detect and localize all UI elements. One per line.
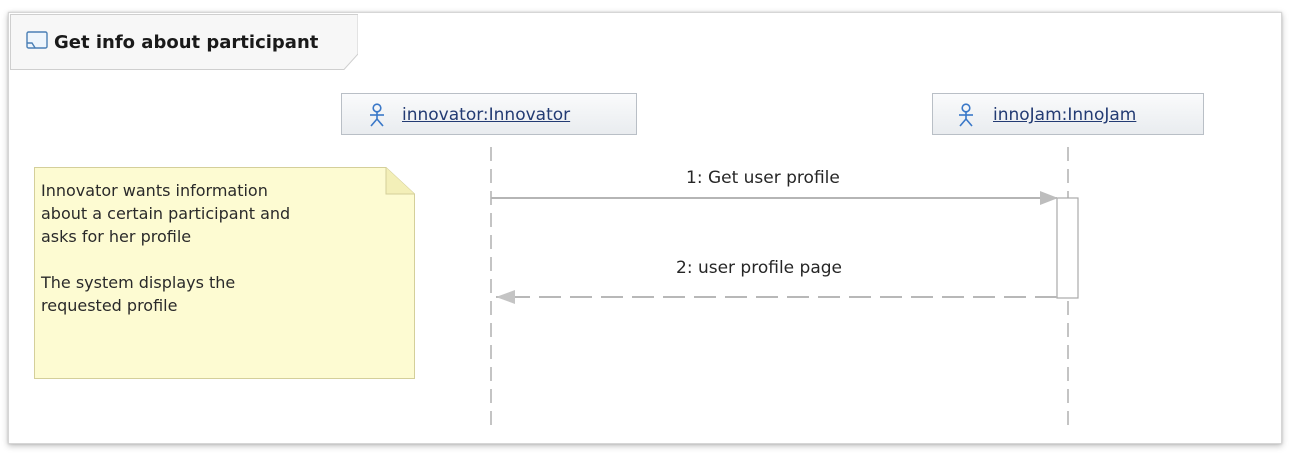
message-2-label[interactable]: 2: user profile page — [676, 258, 842, 278]
message-1-label[interactable]: 1: Get user profile — [686, 168, 840, 188]
lifeline-innovator-label: innovator:Innovator — [402, 105, 571, 125]
note-text: Innovator wants information about a cert… — [41, 181, 291, 315]
message-2-arrowhead — [496, 290, 515, 304]
activation-bar — [1056, 197, 1079, 299]
lifeline-innojam-head[interactable]: innoJam:InnoJam — [932, 93, 1204, 135]
actor-icon — [955, 103, 977, 127]
diagram-canvas: Get info about participant innovator:Inn… — [0, 0, 1292, 461]
lifeline-innovator-head[interactable]: innovator:Innovator — [341, 93, 637, 135]
lifeline-innojam-label: innoJam:InnoJam — [993, 105, 1137, 125]
comment-note[interactable]: Innovator wants information about a cert… — [34, 167, 415, 379]
actor-icon — [366, 103, 388, 127]
